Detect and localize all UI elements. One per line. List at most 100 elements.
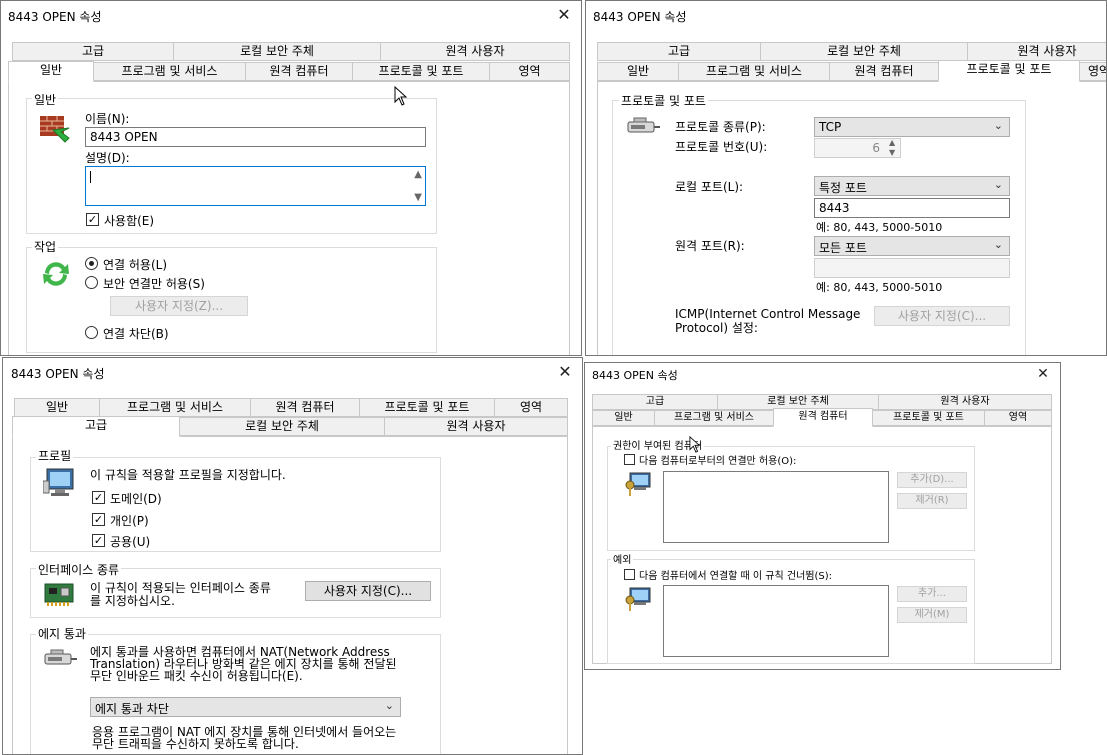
domain-checkbox[interactable]: ✓ — [92, 491, 105, 504]
general-group-label: 일반 — [32, 91, 59, 108]
tab-local-principals[interactable]: 로컬 보안 주체 — [179, 417, 385, 436]
chevron-down-icon: ⌄ — [993, 119, 1003, 132]
allow-radio[interactable] — [85, 257, 98, 270]
private-checkbox[interactable]: ✓ — [92, 513, 105, 526]
edge-note-line2: 무단 트래픽을 수신하지 못하도록 합니다. — [92, 737, 299, 751]
remote-port-value: 모든 포트 — [819, 241, 867, 255]
private-label: 개인(P) — [110, 514, 149, 528]
tab-remote-computers[interactable]: 원격 컴퓨터 — [829, 62, 939, 81]
protocol-type-label: 프로토콜 종류(P): — [675, 120, 766, 134]
close-icon[interactable]: ✕ — [1032, 363, 1054, 385]
tab-programs-services[interactable]: 프로그램 및 서비스 — [99, 398, 251, 417]
remote-port-input[interactable] — [814, 258, 1010, 278]
tab-programs-services[interactable]: 프로그램 및 서비스 — [654, 410, 774, 426]
tab-scope[interactable]: 영역 — [1079, 62, 1106, 81]
tab-advanced[interactable]: 고급 — [12, 416, 180, 437]
dialog-remote-computers: 8443 OPEN 속성 ✕ 고급 로컬 보안 주체 원격 사용자 일반 프로그… — [584, 362, 1061, 670]
add-exception-button[interactable]: 추가... — [897, 586, 967, 602]
remote-port-select[interactable]: 모든 포트 ⌄ — [814, 236, 1010, 256]
profile-group-label: 프로필 — [36, 447, 74, 464]
description-textarea[interactable]: ▲ ▼ — [85, 166, 426, 206]
local-port-select[interactable]: 특정 포트 ⌄ — [814, 176, 1010, 196]
scroll-down-icon[interactable]: ▼ — [414, 192, 422, 203]
tab-remote-users[interactable]: 원격 사용자 — [384, 417, 568, 436]
icmp-label-line2: Protocol) 설정: — [675, 321, 758, 335]
titlebar[interactable]: 8443 OPEN 속성 ✕ — [3, 358, 582, 388]
protocol-type-select[interactable]: TCP ⌄ — [814, 117, 1010, 137]
computer-monitor-icon — [42, 467, 77, 499]
scroll-up-icon[interactable]: ▲ — [414, 169, 422, 180]
tab-scope[interactable]: 영역 — [494, 398, 568, 417]
dialog-title: 8443 OPEN 속성 — [11, 367, 105, 381]
titlebar[interactable]: 8443 OPEN 속성 ✕ — [585, 363, 1060, 387]
dialog-title: 8443 OPEN 속성 — [593, 10, 687, 24]
allow-secure-label: 보안 연결만 허용(S) — [103, 277, 205, 291]
computer-key-icon — [624, 586, 652, 612]
tab-programs-services[interactable]: 프로그램 및 서비스 — [678, 62, 830, 81]
name-input[interactable]: 8443 OPEN — [85, 127, 426, 147]
titlebar[interactable]: 8443 OPEN 속성 — [586, 1, 1106, 31]
tab-advanced[interactable]: 고급 — [592, 394, 718, 410]
tab-protocols-ports[interactable]: 프로토콜 및 포트 — [938, 60, 1080, 82]
tab-general[interactable]: 일반 — [592, 410, 655, 426]
enabled-checkbox[interactable]: ✓ — [86, 213, 99, 226]
remove-exception-button[interactable]: 제거(M) — [897, 607, 967, 623]
tab-general[interactable]: 일반 — [597, 62, 679, 81]
description-label: 설명(D): — [85, 151, 130, 165]
close-icon[interactable]: ✕ — [554, 361, 576, 383]
local-port-input[interactable]: 8443 — [814, 198, 1010, 218]
allow-secure-radio[interactable] — [85, 276, 98, 289]
tab-protocols-ports[interactable]: 프로토콜 및 포트 — [359, 398, 495, 417]
local-port-label: 로컬 포트(L): — [675, 180, 744, 194]
tab-scope[interactable]: 영역 — [984, 410, 1052, 426]
exceptions-computers-list[interactable] — [663, 585, 889, 657]
dialog-title: 8443 OPEN 속성 — [8, 10, 102, 24]
refresh-arrows-icon — [39, 257, 73, 291]
tab-remote-computers[interactable]: 원격 컴퓨터 — [245, 62, 353, 81]
exceptions-group-label: 예외 — [611, 551, 634, 566]
tab-protocols-ports[interactable]: 프로토콜 및 포트 — [352, 62, 490, 81]
remove-authorized-button[interactable]: 제거(R) — [897, 493, 967, 509]
spin-down-icon[interactable]: ▼ — [889, 148, 895, 157]
block-radio[interactable] — [85, 326, 98, 339]
tab-remote-users[interactable]: 원격 사용자 — [878, 394, 1052, 410]
tab-programs-services[interactable]: 프로그램 및 서비스 — [93, 62, 246, 81]
icmp-customize-button[interactable]: 사용자 지정(C)... — [874, 306, 1010, 326]
titlebar[interactable]: 8443 OPEN 속성 ✕ — [1, 1, 581, 31]
tab-remote-computers[interactable]: 원격 컴퓨터 — [250, 398, 360, 417]
tab-remote-users[interactable]: 원격 사용자 — [967, 42, 1106, 61]
public-checkbox[interactable]: ✓ — [92, 534, 105, 547]
tab-remote-computers[interactable]: 원격 컴퓨터 — [773, 408, 873, 427]
computer-key-icon — [624, 471, 652, 497]
spin-up-icon[interactable]: ▲ — [889, 138, 895, 147]
tab-scope[interactable]: 영역 — [489, 62, 570, 81]
block-label: 연결 차단(B) — [103, 327, 169, 341]
dialog-advanced: 8443 OPEN 속성 ✕ 일반 프로그램 및 서비스 원격 컴퓨터 프로토콜… — [2, 357, 583, 755]
tab-local-principals[interactable]: 로컬 보안 주체 — [173, 42, 381, 61]
tab-protocols-ports[interactable]: 프로토콜 및 포트 — [872, 410, 985, 426]
tab-general[interactable]: 일반 — [8, 61, 94, 82]
close-icon[interactable]: ✕ — [553, 4, 575, 26]
authorized-checkbox[interactable] — [624, 454, 635, 465]
tab-advanced[interactable]: 고급 — [597, 42, 761, 61]
interface-customize-button[interactable]: 사용자 지정(C)... — [305, 581, 431, 601]
tab-remote-users[interactable]: 원격 사용자 — [380, 42, 570, 61]
firewall-rule-icon — [39, 112, 73, 144]
allow-label: 연결 허용(L) — [103, 258, 168, 272]
dialog-general: 8443 OPEN 속성 ✕ 고급 로컬 보안 주체 원격 사용자 일반 프로그… — [0, 0, 582, 356]
authorized-checkbox-label: 다음 컴퓨터로부터의 연결만 허용(O): — [639, 456, 797, 467]
network-card-icon — [43, 580, 77, 608]
customize-button[interactable]: 사용자 지정(Z)... — [110, 296, 248, 316]
tab-local-principals[interactable]: 로컬 보안 주체 — [760, 42, 968, 61]
authorized-computers-list[interactable] — [663, 471, 889, 543]
dialog-title: 8443 OPEN 속성 — [592, 369, 678, 382]
tab-advanced[interactable]: 고급 — [12, 42, 174, 61]
chevron-down-icon: ⌄ — [993, 238, 1003, 251]
exceptions-checkbox[interactable] — [624, 569, 635, 580]
tab-general[interactable]: 일반 — [14, 398, 100, 417]
add-authorized-button[interactable]: 추가(D)... — [897, 472, 967, 488]
protocol-number-input[interactable]: 6 — [814, 138, 901, 158]
network-cable-icon — [43, 648, 79, 670]
chevron-down-icon: ⌄ — [384, 699, 394, 712]
edge-traversal-select[interactable]: 에지 통과 차단 ⌄ — [90, 697, 401, 717]
